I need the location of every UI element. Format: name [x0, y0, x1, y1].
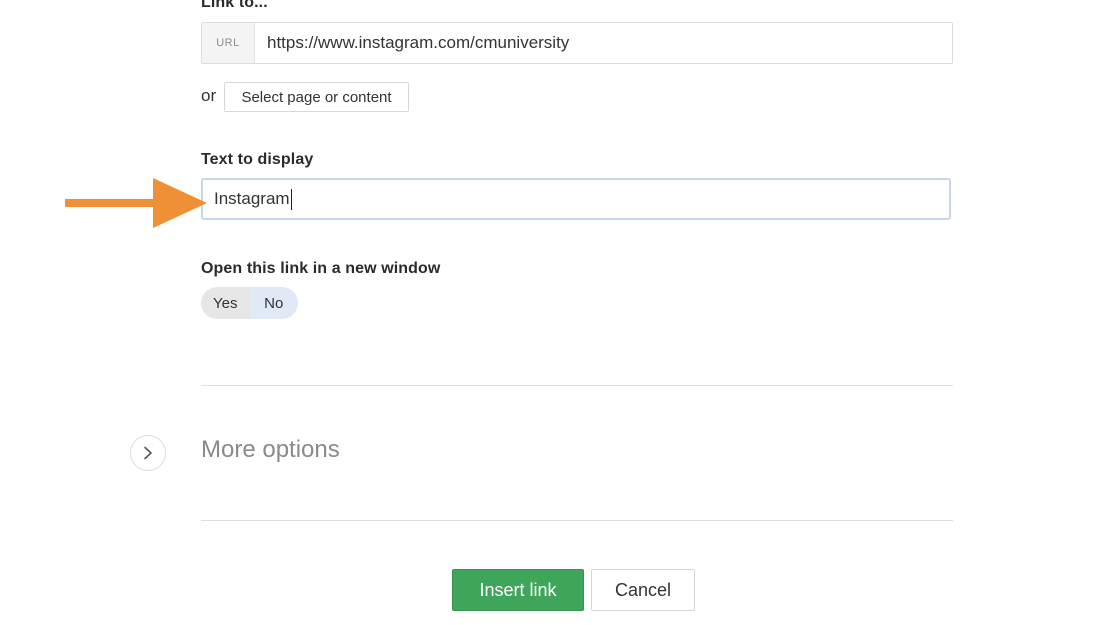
- more-options-expand-button[interactable]: [130, 435, 166, 471]
- text-to-display-label: Text to display: [201, 151, 314, 168]
- cancel-button[interactable]: Cancel: [591, 569, 695, 611]
- new-window-label: Open this link in a new window: [201, 260, 441, 277]
- text-to-display-input[interactable]: Instagram: [201, 178, 951, 220]
- insert-link-dialog: Link to... URL https://www.instagram.com…: [0, 0, 1120, 625]
- or-text: or: [201, 86, 217, 105]
- divider-bottom: [201, 520, 953, 521]
- url-addon: URL: [202, 23, 255, 63]
- new-window-toggle[interactable]: Yes No: [201, 287, 298, 319]
- chevron-right-icon: [144, 446, 152, 460]
- toggle-option-yes[interactable]: Yes: [201, 287, 250, 319]
- select-page-button[interactable]: Select page or content: [224, 82, 409, 112]
- toggle-option-no[interactable]: No: [249, 287, 298, 319]
- url-input[interactable]: https://www.instagram.com/cmuniversity: [255, 23, 952, 63]
- url-field[interactable]: URL https://www.instagram.com/cmuniversi…: [201, 22, 953, 64]
- link-to-label: Link to...: [201, 0, 268, 11]
- divider-top: [201, 385, 953, 386]
- text-caret: [290, 188, 292, 210]
- more-options-label[interactable]: More options: [201, 436, 340, 464]
- annotation-arrow-icon: [65, 178, 207, 228]
- insert-link-button[interactable]: Insert link: [452, 569, 584, 611]
- text-to-display-value: Instagram: [214, 189, 290, 208]
